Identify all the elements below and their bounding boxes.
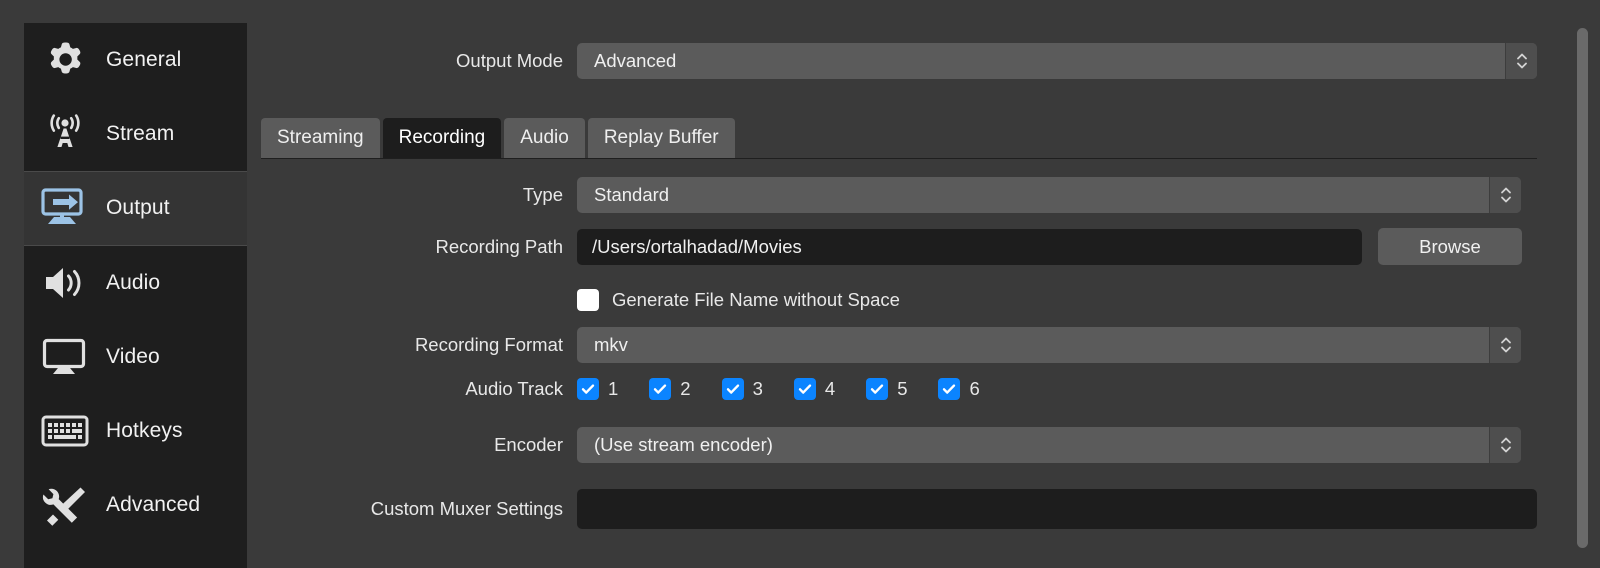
- sidebar-item-video[interactable]: Video: [24, 320, 247, 394]
- recording-path-row: Recording Path /Users/ortalhadad/Movies …: [247, 228, 1537, 265]
- audio-track-4-label: 4: [824, 378, 836, 399]
- chevron-updown-icon[interactable]: [1489, 177, 1521, 213]
- output-mode-label: Output Mode: [456, 50, 563, 71]
- audio-track-1-label: 1: [608, 378, 619, 399]
- generate-filename-label: Generate File Name without Space: [612, 289, 900, 310]
- type-select[interactable]: Standard: [577, 177, 1521, 213]
- output-monitor-icon: [36, 183, 94, 233]
- audio-track-row: Audio Track 1 2 3 4 5 6: [247, 378, 1537, 400]
- audio-track-6[interactable]: 6: [938, 378, 980, 400]
- recording-format-row: Recording Format mkv: [247, 327, 1537, 363]
- generate-filename-checkbox[interactable]: [577, 289, 599, 311]
- custom-muxer-label: Custom Muxer Settings: [370, 498, 563, 519]
- recording-path-value: /Users/ortalhadad/Movies: [592, 235, 802, 257]
- sidebar-item-label: General: [106, 48, 182, 72]
- audio-track-5-label: 5: [897, 378, 908, 399]
- tab-recording[interactable]: Recording: [382, 118, 502, 158]
- type-label: Type: [522, 184, 563, 205]
- type-row: Type Standard: [247, 177, 1537, 213]
- audio-track-4-checkbox[interactable]: [793, 378, 816, 400]
- sidebar-item-advanced[interactable]: Advanced: [24, 468, 247, 542]
- generate-filename-row: Generate File Name without Space: [247, 289, 1537, 311]
- audio-track-2-checkbox[interactable]: [649, 378, 672, 400]
- audio-track-4[interactable]: 4: [793, 378, 836, 400]
- custom-muxer-row: Custom Muxer Settings: [247, 489, 1537, 529]
- type-value: Standard: [594, 184, 670, 205]
- sidebar-item-hotkeys[interactable]: Hotkeys: [24, 394, 247, 468]
- audio-track-6-checkbox[interactable]: [938, 378, 961, 400]
- sidebar-item-label: Audio: [106, 270, 161, 294]
- tab-replay-buffer[interactable]: Replay Buffer: [587, 118, 735, 158]
- recording-format-select[interactable]: mkv: [577, 327, 1521, 363]
- sidebar-item-label: Advanced: [106, 493, 201, 517]
- tab-streaming[interactable]: Streaming: [261, 118, 380, 158]
- audio-track-1[interactable]: 1: [577, 378, 618, 400]
- encoder-label: Encoder: [494, 434, 563, 455]
- audio-track-3-checkbox[interactable]: [721, 378, 744, 400]
- recording-path-input[interactable]: /Users/ortalhadad/Movies: [577, 228, 1362, 265]
- settings-main-pane: Output Mode Advanced Streaming Recording…: [247, 0, 1600, 568]
- encoder-select[interactable]: (Use stream encoder): [577, 427, 1521, 463]
- obs-settings-window: General Stream Output Audio Video Hotkey…: [0, 0, 1600, 568]
- wrench-screwdriver-icon: [36, 480, 94, 530]
- sidebar-item-label: Video: [106, 344, 160, 368]
- output-mode-row: Output Mode Advanced: [247, 43, 1537, 79]
- chevron-updown-icon[interactable]: [1505, 43, 1537, 79]
- audio-track-3[interactable]: 3: [721, 378, 763, 400]
- sidebar-item-general[interactable]: General: [24, 23, 247, 97]
- recording-format-label: Recording Format: [414, 334, 563, 355]
- speaker-icon: [36, 258, 94, 308]
- settings-sidebar: General Stream Output Audio Video Hotkey…: [24, 23, 247, 568]
- audio-track-1-checkbox[interactable]: [577, 378, 599, 400]
- recording-format-value: mkv: [594, 334, 628, 355]
- encoder-row: Encoder (Use stream encoder): [247, 427, 1537, 463]
- chevron-updown-icon[interactable]: [1489, 327, 1521, 363]
- sidebar-item-label: Hotkeys: [106, 419, 183, 443]
- tab-audio[interactable]: Audio: [504, 118, 585, 158]
- audio-track-3-label: 3: [752, 378, 763, 399]
- audio-track-2[interactable]: 2: [649, 378, 691, 400]
- audio-track-5-checkbox[interactable]: [866, 378, 889, 400]
- sidebar-item-audio[interactable]: Audio: [24, 246, 247, 320]
- audio-track-6-label: 6: [969, 378, 980, 399]
- monitor-icon: [36, 332, 94, 382]
- audio-track-2-label: 2: [680, 378, 691, 399]
- recording-path-label: Recording Path: [435, 235, 563, 257]
- sidebar-item-label: Output: [106, 196, 170, 220]
- broadcast-icon: [36, 109, 94, 159]
- audio-track-label: Audio Track: [465, 378, 563, 399]
- gear-icon: [36, 35, 94, 85]
- encoder-value: (Use stream encoder): [594, 434, 773, 455]
- tab-separator: [261, 158, 1537, 159]
- sidebar-item-stream[interactable]: Stream: [24, 97, 247, 171]
- sidebar-item-output[interactable]: Output: [24, 171, 247, 246]
- sidebar-item-label: Stream: [106, 122, 175, 146]
- chevron-updown-icon[interactable]: [1489, 427, 1521, 463]
- output-tabs: Streaming Recording Audio Replay Buffer: [261, 118, 735, 158]
- audio-track-5[interactable]: 5: [866, 378, 907, 400]
- browse-button[interactable]: Browse: [1378, 228, 1522, 265]
- custom-muxer-input[interactable]: [577, 489, 1537, 529]
- keyboard-icon: [36, 406, 94, 456]
- vertical-scrollbar[interactable]: [1577, 28, 1588, 548]
- output-mode-select[interactable]: Advanced: [577, 43, 1537, 79]
- output-mode-value: Advanced: [594, 50, 677, 71]
